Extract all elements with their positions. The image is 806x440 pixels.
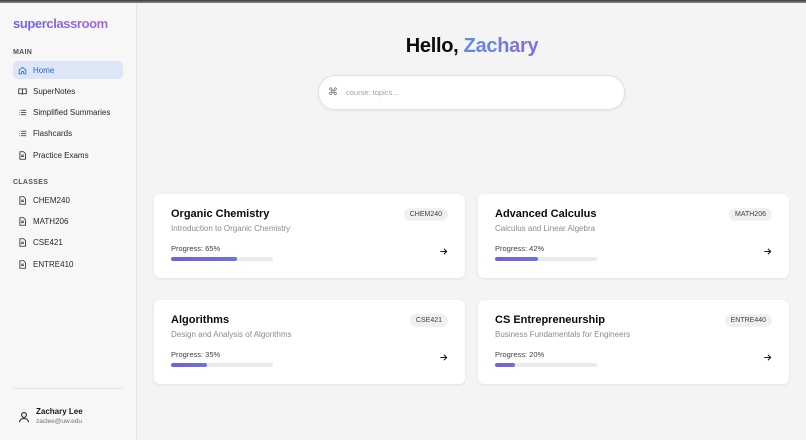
course-title: Advanced Calculus [495,208,597,220]
sidebar-item-label: Home [33,65,55,75]
document-icon [18,259,27,269]
main-section-label: MAIN [13,49,33,56]
sidebar-item-supernotes[interactable]: SuperNotes [13,82,123,100]
course-subtitle: Calculus and Linear Algebra [495,224,596,233]
progress-label: Progress: 35% [171,350,221,359]
greeting-name: Zachary [463,35,539,57]
sidebar: superclassroom MAIN Home SuperNotes Simp… [0,3,137,440]
book-icon [18,87,27,96]
arrow-right-icon[interactable] [439,353,448,362]
course-title: Organic Chemistry [171,208,270,220]
course-title: CS Entrepreneurship [495,314,606,326]
course-card-math206[interactable]: Advanced Calculus Calculus and Linear Al… [478,194,789,278]
sidebar-item-label: ENTRE410 [33,259,74,269]
sidebar-item-entre410[interactable]: ENTRE410 [13,255,123,273]
progress-track [171,363,273,367]
sidebar-item-label: MATH206 [33,216,69,226]
document-icon [18,237,27,247]
sidebar-item-label: SuperNotes [33,86,76,96]
arrow-right-icon[interactable] [439,247,448,256]
main-content: Hello, Zachary ⌘ Organic Chemistry Intro… [138,3,806,440]
course-card-cse421[interactable]: Algorithms Design and Analysis of Algori… [154,300,465,384]
arrow-right-icon[interactable] [763,247,772,256]
course-title: Algorithms [171,314,230,326]
course-subtitle: Introduction to Organic Chemistry [171,224,291,233]
sidebar-item-label: CSE421 [33,237,63,247]
sidebar-item-cse421[interactable]: CSE421 [13,233,123,251]
course-code-badge: CHEM240 [403,208,448,221]
sidebar-item-label: Simplified Summaries [33,107,111,117]
course-code-badge: MATH206 [729,208,772,221]
list-icon [18,108,27,117]
sidebar-item-label: Practice Exams [33,150,89,160]
search-input[interactable] [346,88,596,97]
sidebar-item-chem240[interactable]: CHEM240 [13,191,123,209]
home-icon [18,66,27,75]
progress-track [171,257,273,261]
classes-section-label: CLASSES [13,179,49,186]
progress-track [495,257,597,261]
app-logo[interactable]: superclassroom [13,16,108,31]
command-icon: ⌘ [328,86,338,98]
sidebar-divider [13,388,123,389]
list-icon [18,129,27,138]
progress-label: Progress: 42% [495,244,545,253]
course-code-badge: CSE421 [409,314,448,327]
sidebar-item-home[interactable]: Home [13,61,123,79]
sidebar-item-label: Flashcards [33,128,73,138]
document-icon [18,216,27,226]
sidebar-item-label: CHEM240 [33,195,70,205]
course-card-entre440[interactable]: CS Entrepreneurship Business Fundamental… [478,300,789,384]
course-code-badge: ENTRE440 [724,314,772,327]
progress-fill [171,363,207,367]
progress-label: Progress: 20% [495,350,545,359]
user-profile[interactable]: Zachary Lee zaclee@uw.edu [18,407,83,425]
search-bar[interactable]: ⌘ [318,75,625,110]
sidebar-item-flashcards[interactable]: Flashcards [13,124,123,142]
sidebar-item-simplified-summaries[interactable]: Simplified Summaries [13,103,123,121]
progress-label: Progress: 65% [171,244,221,253]
greeting-heading: Hello, Zachary [138,35,806,58]
course-subtitle: Business Fundamentals for Engineers [495,330,631,339]
sidebar-item-practice-exams[interactable]: Practice Exams [13,146,123,164]
progress-fill [495,257,538,261]
progress-fill [171,257,238,261]
user-email: zaclee@uw.edu [36,418,82,425]
document-icon [18,195,27,205]
greeting-prefix: Hello, [405,35,459,57]
sidebar-item-math206[interactable]: MATH206 [13,212,123,230]
progress-track [495,363,597,367]
course-subtitle: Design and Analysis of Algorithms [171,330,292,339]
course-card-chem240[interactable]: Organic Chemistry Introduction to Organi… [154,194,465,278]
user-name: Zachary Lee [36,407,83,416]
user-icon [18,410,30,423]
arrow-right-icon[interactable] [763,353,772,362]
document-icon [18,150,27,160]
progress-fill [495,363,516,367]
